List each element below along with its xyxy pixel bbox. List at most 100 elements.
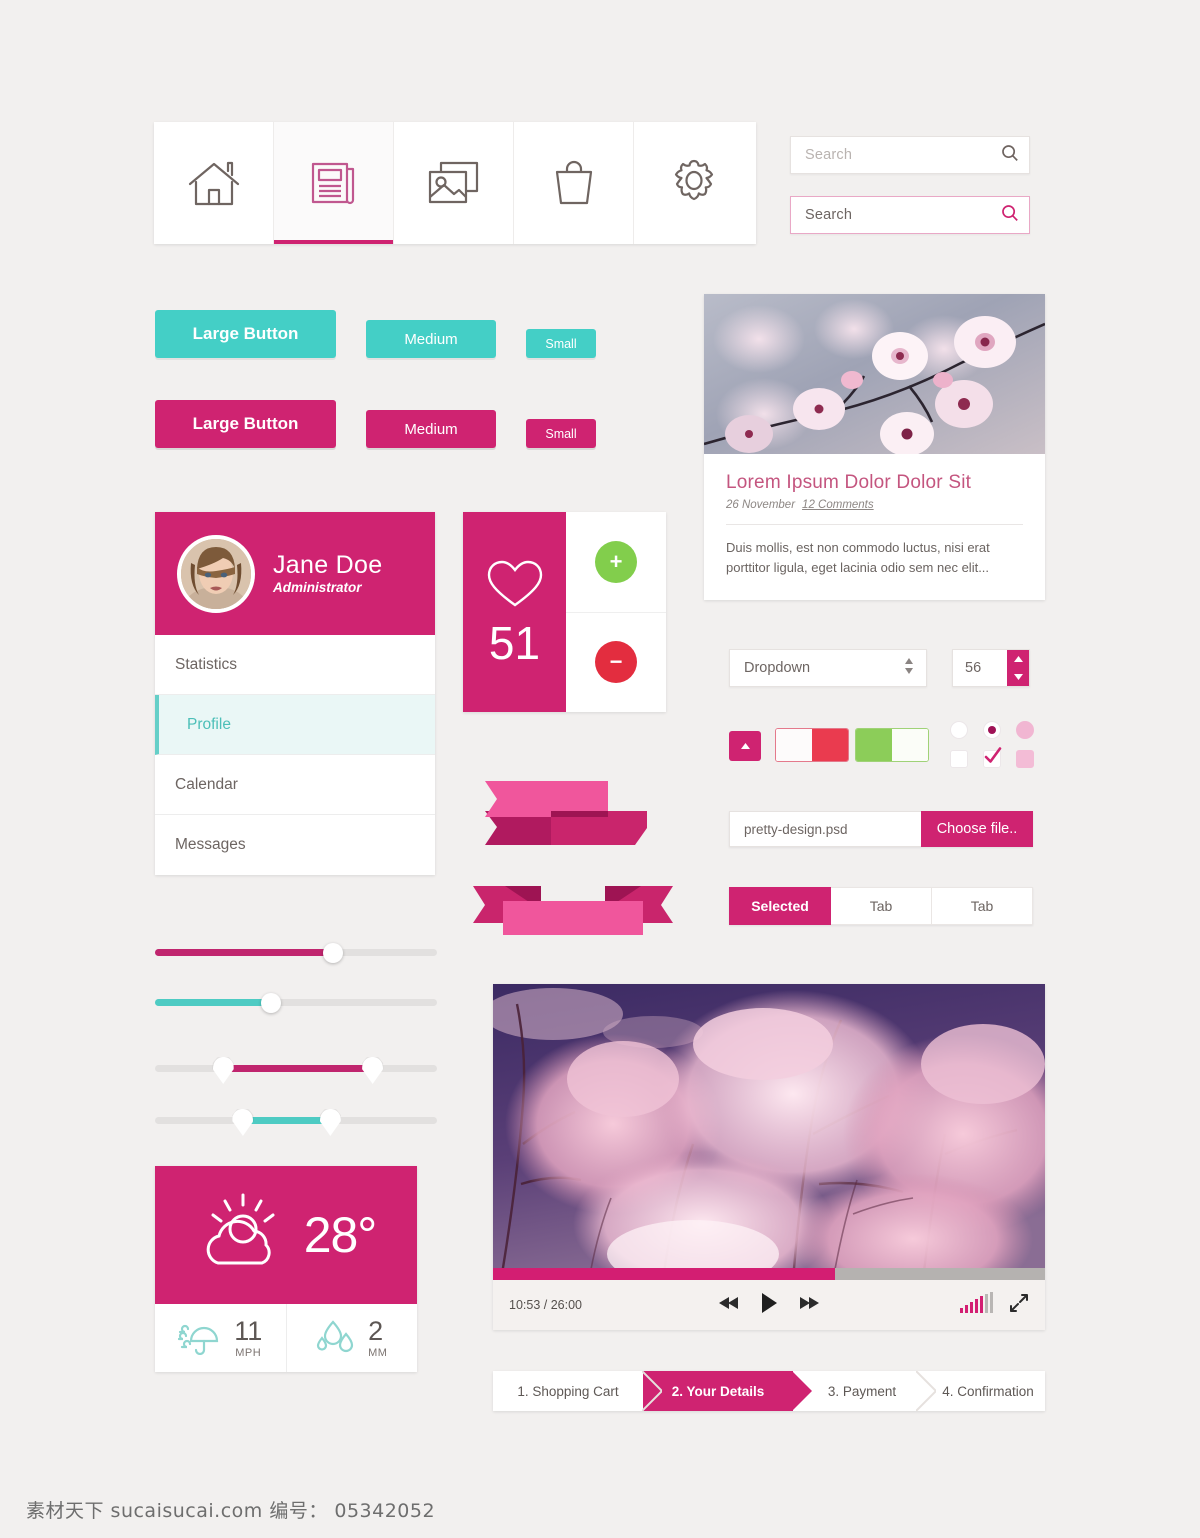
wind-value: 11	[234, 1315, 263, 1346]
video-controls-bar: 10:53 / 26:00	[493, 1280, 1045, 1330]
bag-icon	[550, 158, 598, 208]
checkbox-checked[interactable]	[983, 747, 1002, 768]
tab-second[interactable]: Tab	[831, 887, 932, 925]
slider-teal-range[interactable]	[155, 1103, 437, 1137]
checkbox-disabled	[1016, 750, 1034, 768]
slider-handle-low[interactable]	[232, 1109, 254, 1136]
nav-tab-home[interactable]	[154, 122, 274, 244]
toggle-switch-pink[interactable]	[729, 731, 761, 761]
radio-checked[interactable]	[983, 721, 1001, 739]
search-field-focused[interactable]: Search	[790, 196, 1030, 234]
small-button-teal[interactable]: Small	[526, 329, 596, 358]
search-field-default[interactable]: Search	[790, 136, 1030, 174]
video-progress-fill	[493, 1268, 836, 1280]
watermark-text: 素材天下 sucaisucai.com 编号： 05342052	[26, 1500, 436, 1522]
search-input-placeholder: Search	[805, 147, 853, 163]
blog-image	[704, 294, 1045, 454]
slider-knob[interactable]	[260, 993, 281, 1013]
tab-third[interactable]: Tab	[932, 887, 1033, 925]
large-button-pink[interactable]: Large Button	[155, 400, 336, 448]
slider-fill	[155, 999, 271, 1006]
blog-comments-link[interactable]: 12 Comments	[802, 499, 874, 511]
home-icon	[186, 158, 242, 208]
video-time-display: 10:53 / 26:00	[509, 1298, 582, 1312]
slider-handle-low[interactable]	[212, 1057, 234, 1084]
slider-fill	[155, 949, 333, 956]
slider-group	[155, 935, 437, 1137]
fullscreen-icon[interactable]	[1009, 1293, 1029, 1318]
rain-unit: MM	[368, 1346, 388, 1359]
checkbox-unchecked[interactable]	[950, 750, 968, 768]
slider-pink-single[interactable]	[155, 935, 437, 969]
gallery-icon	[427, 159, 481, 207]
slider-teal-single[interactable]	[155, 985, 437, 1019]
fast-forward-icon[interactable]	[798, 1295, 820, 1316]
step-label: 2. Your Details	[671, 1383, 765, 1399]
rain-value: 2	[368, 1315, 384, 1346]
plus-icon: +	[595, 540, 637, 583]
slider-handle-high[interactable]	[319, 1109, 341, 1136]
small-button-pink[interactable]: Small	[526, 419, 596, 448]
large-button-teal[interactable]: Large Button	[155, 310, 336, 358]
slider-handle-high[interactable]	[362, 1057, 384, 1084]
blog-title: Lorem Ipsum Dolor Dolor Sit	[726, 472, 972, 493]
likes-counter-widget: 51 + −	[463, 512, 666, 712]
toggle-track-off	[776, 729, 812, 761]
volume-bars-icon[interactable]	[960, 1292, 993, 1313]
nav-tab-gallery[interactable]	[394, 122, 514, 244]
nav-tab-settings[interactable]	[634, 122, 754, 244]
sidebar-item-statistics[interactable]: Statistics	[155, 635, 435, 695]
slider-fill	[242, 1117, 330, 1124]
slider-knob[interactable]	[322, 943, 343, 963]
stepper-value: 56	[965, 660, 982, 676]
icon-tab-bar	[154, 122, 756, 244]
tab-selected[interactable]: Selected	[729, 887, 831, 925]
video-player: 10:53 / 26:00	[493, 984, 1045, 1330]
medium-button-pink[interactable]: Medium	[366, 410, 496, 448]
step-your-details[interactable]: 2. Your Details	[643, 1371, 812, 1411]
stepper-up-button[interactable]	[1007, 650, 1029, 668]
nav-tab-news[interactable]	[274, 122, 394, 244]
play-icon[interactable]	[760, 1292, 778, 1319]
wind-unit: MPH	[235, 1346, 262, 1359]
video-progress-bar[interactable]	[493, 1268, 1045, 1280]
video-viewport[interactable]	[493, 984, 1045, 1280]
step-arrow-active-icon	[792, 1371, 812, 1411]
likes-display: 51	[463, 512, 566, 712]
sidebar-item-profile[interactable]: Profile	[155, 695, 435, 755]
choose-file-button[interactable]: Choose file..	[921, 811, 1033, 847]
step-label: 4. Confirmation	[942, 1383, 1034, 1399]
like-increment-button[interactable]: +	[566, 512, 666, 612]
dropdown-select[interactable]: Dropdown	[729, 649, 927, 687]
caret-up-icon	[740, 737, 751, 755]
stepper-down-button[interactable]	[1007, 668, 1029, 686]
medium-button-teal[interactable]: Medium	[366, 320, 496, 358]
step-divider-icon	[642, 1371, 662, 1411]
blog-excerpt: Duis mollis, est non commodo luctus, nis…	[726, 540, 990, 576]
radio-unchecked[interactable]	[950, 721, 968, 739]
toggle-track-on	[856, 729, 892, 761]
sun-behind-cloud-icon	[196, 1191, 288, 1280]
likes-count: 51	[488, 616, 541, 669]
number-stepper[interactable]: 56	[952, 649, 1030, 687]
sidebar-item-messages[interactable]: Messages	[155, 815, 435, 875]
step-divider-icon	[916, 1371, 936, 1411]
step-confirmation[interactable]: 4. Confirmation	[917, 1371, 1045, 1411]
slider-pink-range[interactable]	[155, 1051, 437, 1085]
toggle-switch-green[interactable]	[855, 728, 929, 762]
radio-disabled	[1016, 721, 1034, 739]
nav-tab-bag[interactable]	[514, 122, 634, 244]
step-shopping-cart[interactable]: 1. Shopping Cart	[493, 1371, 662, 1411]
toggle-switch-red[interactable]	[775, 728, 849, 762]
like-decrement-button[interactable]: −	[566, 611, 666, 713]
search-input-value: Search	[805, 207, 853, 223]
rewind-icon[interactable]	[718, 1295, 740, 1316]
divider	[726, 524, 1023, 525]
file-name-display[interactable]: pretty-design.psd	[729, 811, 921, 847]
weather-widget: 28° 11 MPH 2 MM	[155, 1166, 417, 1372]
profile-name: Jane Doe	[273, 550, 383, 579]
heart-icon	[486, 559, 544, 614]
sidebar-item-calendar[interactable]: Calendar	[155, 755, 435, 815]
magnifier-icon	[1001, 144, 1019, 167]
checkmark-icon	[984, 747, 1002, 763]
